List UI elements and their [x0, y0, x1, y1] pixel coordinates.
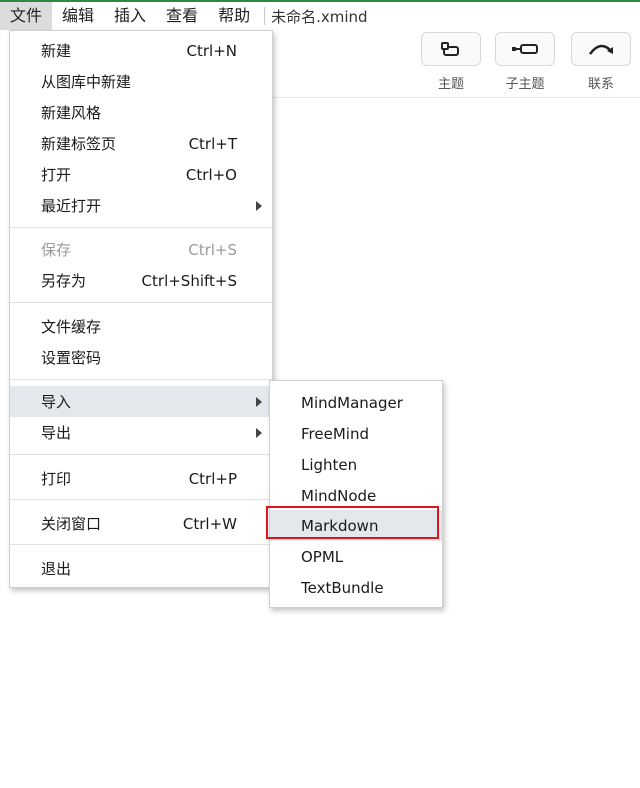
subtopic-label: 子主题: [505, 77, 545, 92]
menu-item-shortcut: Ctrl+W: [182, 514, 237, 533]
menu-divider: [10, 227, 272, 228]
toolbar: 主题 子主题 联系: [420, 32, 640, 92]
menu-item-label: 打印: [41, 470, 72, 488]
menu-item-new-style[interactable]: 新建风格: [10, 97, 272, 128]
menu-help[interactable]: 帮助: [208, 2, 260, 30]
menu-view[interactable]: 查看: [156, 2, 208, 30]
menubar-divider: [264, 7, 266, 25]
topic-button[interactable]: [421, 32, 481, 66]
menu-item-label: 另存为: [41, 272, 87, 290]
menu-item-new-tab[interactable]: 新建标签页 Ctrl+T: [10, 128, 272, 159]
menu-item-label: 新建: [41, 42, 72, 60]
menu-item-label: 从图库中新建: [41, 73, 132, 91]
menu-divider: [10, 499, 272, 500]
toolbar-subtopic[interactable]: 子主题: [494, 32, 556, 92]
relationship-button[interactable]: [571, 32, 631, 66]
toolbar-relationship[interactable]: 联系: [570, 32, 632, 92]
submenu-arrow-icon: [256, 428, 262, 438]
menu-item-shortcut: Ctrl+P: [188, 469, 237, 488]
topic-label: 主题: [437, 77, 464, 92]
menu-item-label: 保存: [41, 241, 72, 259]
menu-item-label: 关闭窗口: [41, 515, 102, 533]
menu-divider: [10, 379, 272, 380]
menu-item-save[interactable]: 保存 Ctrl+S: [10, 234, 272, 265]
menu-item-set-password[interactable]: 设置密码: [10, 342, 272, 373]
file-menu: 新建 Ctrl+N 从图库中新建 新建风格 新建标签页 Ctrl+T 打开 Ct…: [9, 30, 273, 588]
subtopic-button[interactable]: [495, 32, 555, 66]
relationship-icon: [588, 44, 613, 55]
menu-item-new-from-gallery[interactable]: 从图库中新建: [10, 66, 272, 97]
menu-item-shortcut: Ctrl+S: [188, 240, 237, 259]
menu-item-exit[interactable]: 退出: [10, 553, 272, 584]
menu-file[interactable]: 文件: [0, 2, 53, 30]
document-title: 未命名.xmind: [271, 7, 368, 26]
menu-item-label: 文件缓存: [41, 318, 102, 336]
menu-insert[interactable]: 插入: [104, 2, 156, 30]
import-item-textbundle[interactable]: TextBundle: [270, 572, 442, 603]
toolbar-topic[interactable]: 主题: [420, 32, 482, 92]
menu-item-label: 新建标签页: [41, 135, 117, 153]
submenu-item-label: FreeMind: [301, 424, 369, 443]
menu-item-label: 退出: [41, 560, 72, 578]
menu-item-new[interactable]: 新建 Ctrl+N: [10, 35, 272, 66]
markdown-highlight-box: [266, 506, 439, 539]
import-item-lighten[interactable]: Lighten: [270, 449, 442, 480]
menu-edit[interactable]: 编辑: [52, 2, 104, 30]
menu-item-label: 新建风格: [41, 104, 102, 122]
menu-divider: [10, 544, 272, 545]
menu-divider: [10, 454, 272, 455]
submenu-item-label: Lighten: [301, 455, 358, 474]
menu-item-file-cache[interactable]: 文件缓存: [10, 311, 272, 342]
menu-item-label: 导出: [41, 424, 72, 442]
submenu-item-label: MindNode: [301, 486, 377, 505]
relationship-label: 联系: [587, 77, 614, 92]
subtopic-icon: [512, 44, 538, 54]
menu-item-label: 导入: [41, 393, 72, 411]
menu-item-shortcut: Ctrl+Shift+S: [141, 271, 237, 290]
import-item-freemind[interactable]: FreeMind: [270, 418, 442, 449]
menu-item-shortcut: Ctrl+O: [185, 165, 237, 184]
menu-divider: [10, 302, 272, 303]
menu-item-recent[interactable]: 最近打开: [10, 190, 272, 221]
topic-icon: [441, 42, 459, 56]
submenu-item-label: TextBundle: [301, 578, 384, 597]
menu-item-open[interactable]: 打开 Ctrl+O: [10, 159, 272, 190]
import-item-opml[interactable]: OPML: [270, 541, 442, 572]
submenu-arrow-icon: [256, 201, 262, 211]
menu-bar: 文件 编辑 插入 查看 帮助 未命名.xmind: [0, 2, 640, 30]
menu-item-import[interactable]: 导入: [10, 386, 272, 417]
menu-item-label: 设置密码: [41, 349, 102, 367]
menu-item-shortcut: Ctrl+N: [186, 41, 237, 60]
toolbar-divider: [272, 97, 640, 98]
menu-item-label: 最近打开: [41, 197, 102, 215]
menu-item-shortcut: Ctrl+T: [188, 134, 237, 153]
menu-item-export[interactable]: 导出: [10, 417, 272, 448]
submenu-arrow-icon: [256, 397, 262, 407]
menu-item-save-as[interactable]: 另存为 Ctrl+Shift+S: [10, 265, 272, 296]
submenu-item-label: OPML: [301, 547, 344, 566]
menu-item-print[interactable]: 打印 Ctrl+P: [10, 463, 272, 494]
import-submenu: MindManager FreeMind Lighten MindNode Ma…: [269, 380, 443, 608]
menu-item-label: 打开: [41, 166, 72, 184]
menu-item-close-window[interactable]: 关闭窗口 Ctrl+W: [10, 508, 272, 539]
submenu-item-label: MindManager: [301, 393, 403, 412]
import-item-mindmanager[interactable]: MindManager: [270, 387, 442, 418]
